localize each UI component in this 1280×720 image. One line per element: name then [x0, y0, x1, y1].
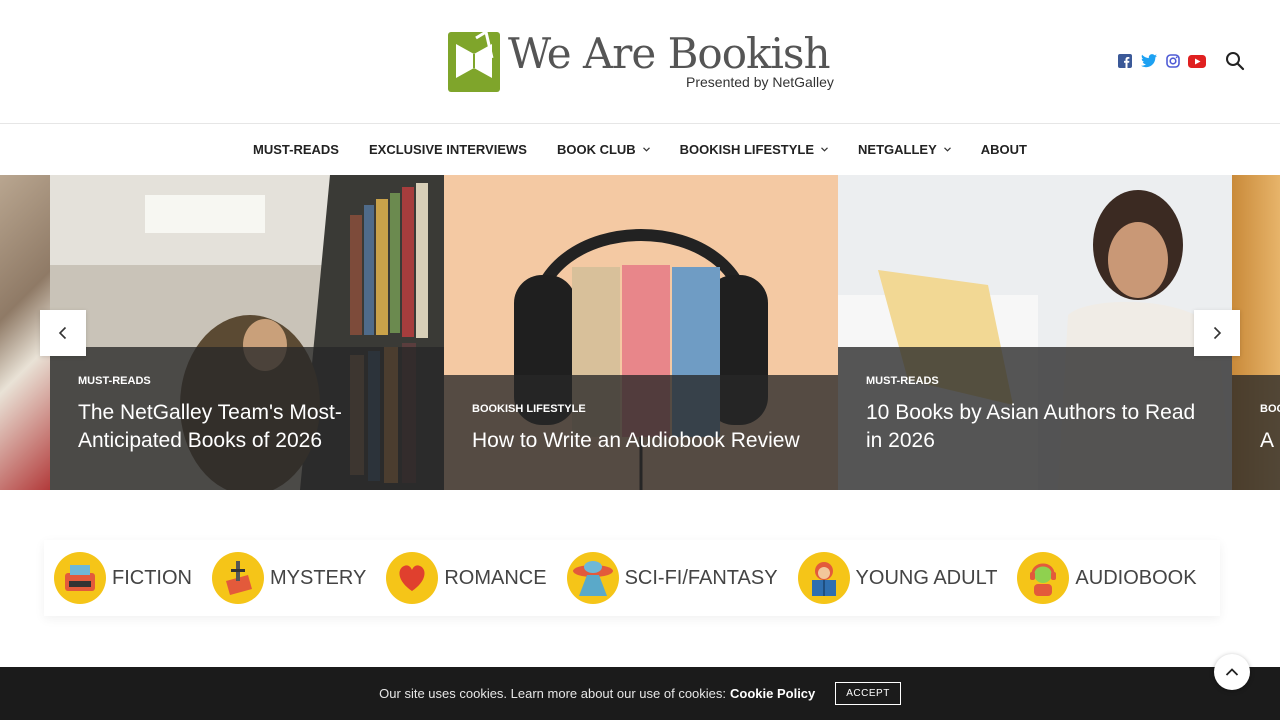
search-icon[interactable] [1224, 50, 1246, 72]
scroll-to-top-button[interactable] [1214, 654, 1250, 690]
cookie-banner: Our site uses cookies. Learn more about … [0, 667, 1280, 720]
logo-subtitle: Presented by NetGalley [686, 74, 834, 90]
slider-next-button[interactable] [1194, 310, 1240, 356]
slide-caption: MUST-READS 10 Books by Asian Authors to … [838, 347, 1232, 490]
nav-item-netgalley[interactable]: NETGALLEY [843, 142, 966, 157]
slide-category[interactable]: MUST-READS [866, 375, 1204, 387]
genre-fiction[interactable]: FICTION [54, 552, 192, 604]
dagger-book-icon [212, 552, 264, 604]
genre-label: YOUNG ADULT [855, 566, 998, 589]
slide-category[interactable]: MUST-READS [78, 375, 416, 387]
slide-title[interactable]: 10 Books by Asian Authors to Read in 202… [866, 399, 1204, 455]
genre-sci-fi-fantasy[interactable]: SCI-FI/FANTASY [566, 552, 778, 604]
genre-bar: FICTION MYSTERY ROMANCE SCI-FI/FANTASY Y… [44, 540, 1220, 616]
slide-title[interactable]: How to Write an Audiobook Review [472, 427, 810, 455]
ufo-icon [566, 552, 619, 604]
nav-item-bookish-lifestyle[interactable]: BOOKISH LIFESTYLE [665, 142, 843, 157]
nav-label: NETGALLEY [858, 141, 937, 157]
slide-category[interactable]: BOOKISH LIFESTYLE [472, 403, 810, 415]
nav-item-about[interactable]: ABOUT [966, 142, 1042, 157]
slide-card[interactable]: BOOKISH LIFESTYLE How to Write an Audiob… [444, 175, 838, 490]
genre-label: AUDIOBOOK [1075, 566, 1197, 589]
chevron-left-icon [58, 326, 67, 340]
slide-title[interactable]: The NetGalley Team's Most-Anticipated Bo… [78, 399, 416, 455]
site-logo[interactable]: We Are Bookish Presented by NetGalley [446, 28, 836, 96]
genre-mystery[interactable]: MYSTERY [212, 552, 366, 604]
slide-card[interactable]: MUST-READS The NetGalley Team's Most-Ant… [50, 175, 444, 490]
chevron-down-icon [642, 146, 650, 152]
genre-label: FICTION [112, 566, 192, 589]
accept-cookies-button[interactable]: ACCEPT [835, 682, 901, 705]
genre-young-adult[interactable]: YOUNG ADULT [797, 552, 998, 604]
nav-label: BOOK CLUB [556, 141, 636, 157]
nav-item-exclusive-interviews[interactable]: EXCLUSIVE INTERVIEWS [354, 142, 542, 157]
genre-audiobook[interactable]: AUDIOBOOK [1017, 552, 1197, 604]
nav-label: EXCLUSIVE INTERVIEWS [368, 141, 527, 157]
typewriter-icon [54, 552, 106, 604]
cookie-message: Our site uses cookies. Learn more about … [379, 686, 727, 701]
nav-label: ABOUT [980, 141, 1027, 157]
facebook-icon[interactable] [1116, 52, 1134, 70]
site-header: We Are Bookish Presented by NetGalley [0, 0, 1280, 124]
youtube-icon[interactable] [1188, 52, 1206, 70]
twitter-icon[interactable] [1140, 52, 1158, 70]
nav-label: MUST-READS [253, 141, 339, 157]
instagram-icon[interactable] [1164, 52, 1182, 70]
headphones-listener-icon [1017, 552, 1070, 604]
reader-icon [797, 552, 850, 604]
slide-category: BOO [1260, 403, 1280, 415]
heart-icon [386, 552, 439, 604]
social-links [1110, 52, 1206, 70]
slide-card[interactable]: MUST-READS 10 Books by Asian Authors to … [838, 175, 1232, 490]
nav-label: BOOKISH LIFESTYLE [679, 141, 815, 157]
genre-label: MYSTERY [270, 566, 367, 589]
genre-romance[interactable]: ROMANCE [386, 552, 547, 604]
nav-item-book-club[interactable]: BOOK CLUB [542, 142, 665, 157]
main-nav: MUST-READS EXCLUSIVE INTERVIEWS BOOK CLU… [0, 124, 1280, 174]
nav-item-must-reads[interactable]: MUST-READS [238, 142, 354, 157]
chevron-down-icon [821, 146, 828, 152]
chevron-right-icon [1213, 326, 1222, 340]
genre-label: SCI-FI/FANTASY [624, 566, 778, 589]
slide-caption: BOOKISH LIFESTYLE How to Write an Audiob… [444, 375, 838, 490]
open-book-logo-icon [448, 29, 500, 92]
slider-prev-button[interactable] [40, 310, 86, 356]
chevron-up-icon [1225, 668, 1239, 676]
genre-label: ROMANCE [444, 566, 547, 589]
chevron-down-icon [943, 146, 951, 152]
slide-caption: BOO A I [1232, 375, 1280, 490]
logo-title: We Are Bookish [508, 29, 830, 78]
featured-slider: MUST-READS The NetGalley Team's Most-Ant… [0, 175, 1280, 490]
slide-caption: MUST-READS The NetGalley Team's Most-Ant… [50, 347, 444, 490]
slide-title: A I [1260, 429, 1280, 452]
cookie-policy-link[interactable]: Cookie Policy [730, 686, 815, 701]
